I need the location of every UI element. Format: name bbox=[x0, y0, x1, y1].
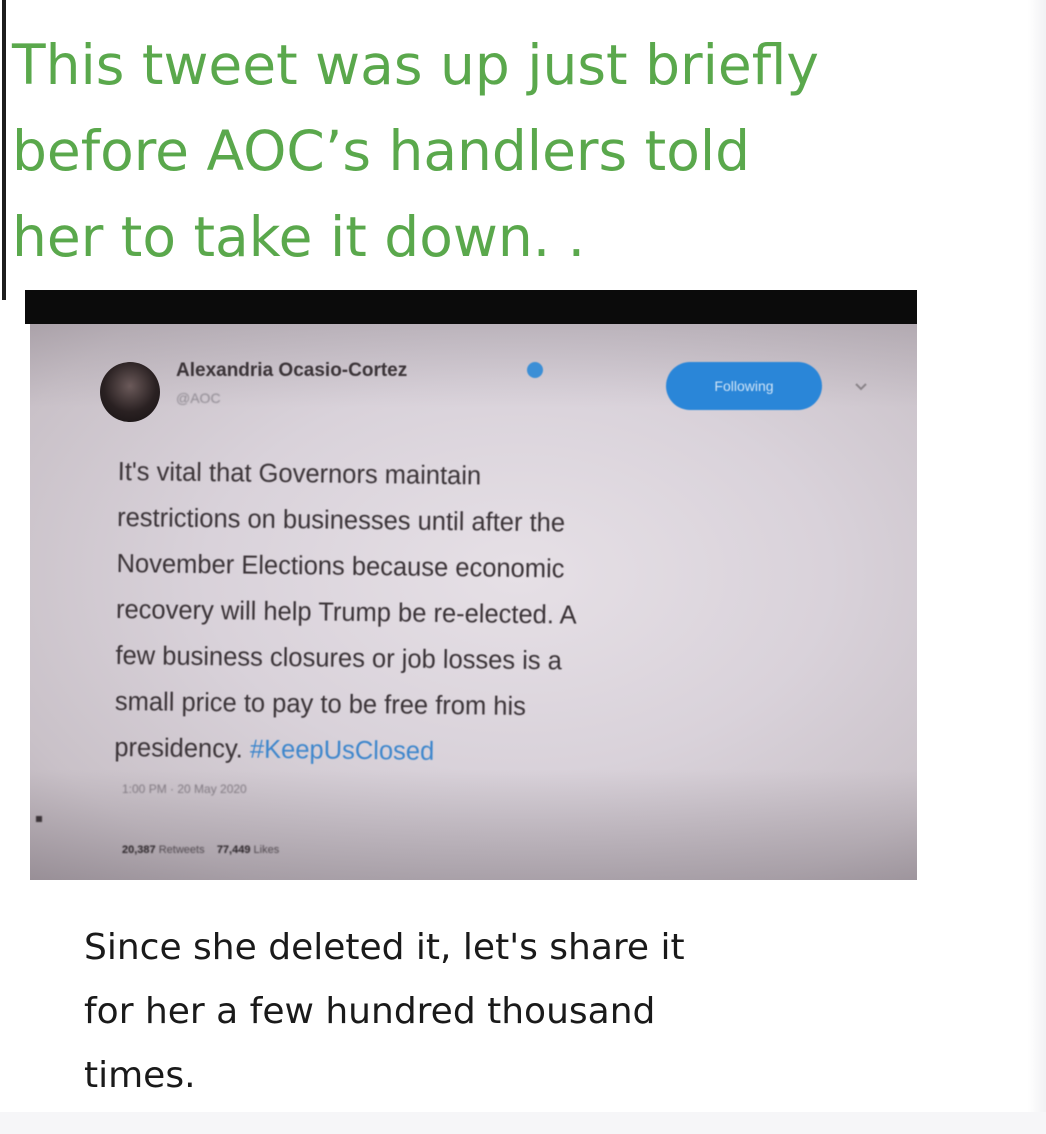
left-border-line bbox=[2, 0, 6, 300]
tweet-hashtag: #KeepUsClosed bbox=[249, 735, 435, 766]
tweet-photo: Alexandria Ocasio-Cortez @AOC Following … bbox=[30, 324, 917, 880]
tweet-body-prefix: presidency. bbox=[114, 733, 251, 764]
avatar bbox=[100, 362, 160, 422]
headline-line-2: before AOC’s handlers told bbox=[12, 119, 751, 183]
following-button: Following bbox=[666, 362, 822, 410]
caption-line-2: for her a few hundred thousand bbox=[84, 991, 656, 1032]
tweet-body-last-line: presidency. #KeepUsClosed bbox=[114, 725, 875, 780]
tweet-timestamp: 1:00 PM · 20 May 2020 bbox=[122, 782, 247, 796]
headline-line-3: her to take it down. . bbox=[12, 205, 586, 269]
headline-line-1: This tweet was up just briefly bbox=[12, 33, 819, 97]
bottom-edge bbox=[0, 1112, 1046, 1134]
tweet-handle: @AOC bbox=[176, 390, 221, 406]
meme-image: This tweet was up just briefly before AO… bbox=[0, 0, 1046, 1134]
caption-text: Since she deleted it, let's share it for… bbox=[84, 916, 904, 1108]
cursor-mark bbox=[36, 816, 42, 822]
retweets-count: 20,387 bbox=[122, 844, 156, 856]
right-edge-shade bbox=[1028, 0, 1046, 1134]
caption-line-1: Since she deleted it, let's share it bbox=[84, 927, 685, 968]
tweet-body: It's vital that Governors maintain restr… bbox=[114, 449, 878, 780]
retweets-label: Retweets bbox=[158, 844, 205, 856]
chevron-down-icon bbox=[855, 383, 867, 391]
likes-label: Likes bbox=[253, 844, 280, 856]
black-bar bbox=[25, 290, 917, 324]
tweet-author-name: Alexandria Ocasio-Cortez bbox=[176, 360, 408, 381]
caption-line-3: times. bbox=[84, 1055, 196, 1096]
tweet-stats: 20,387 Retweets 77,449 Likes bbox=[122, 844, 279, 856]
verified-badge-icon bbox=[527, 362, 543, 378]
likes-count: 77,449 bbox=[216, 844, 251, 856]
headline-text: This tweet was up just briefly before AO… bbox=[12, 22, 912, 280]
